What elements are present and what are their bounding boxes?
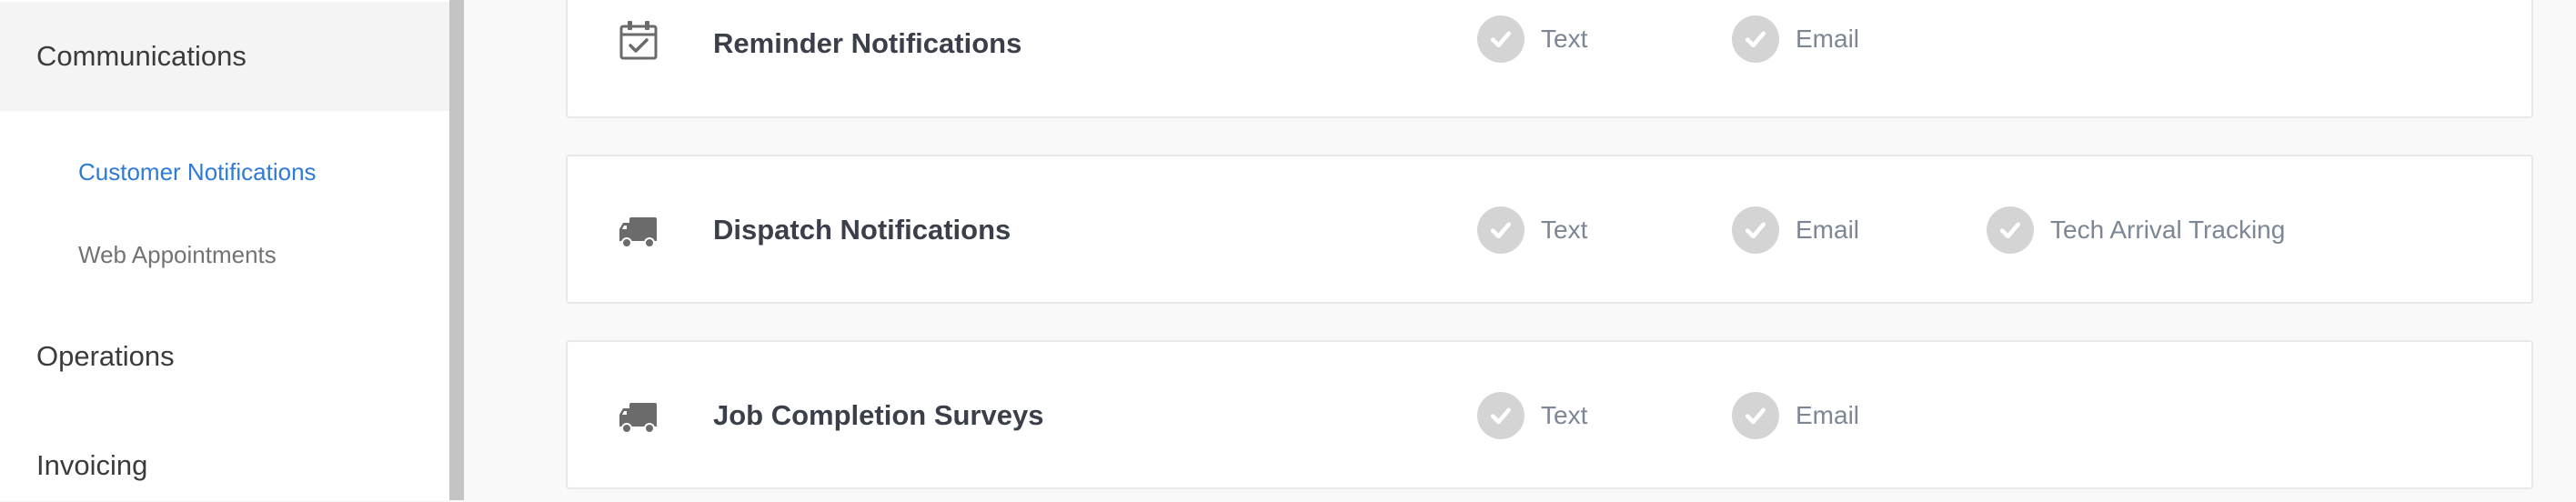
option-email[interactable]: Email [1732, 206, 1859, 254]
sidebar-item-customer-notifications[interactable]: Customer Notifications [78, 158, 317, 186]
truck-icon [617, 209, 660, 253]
sidebar-item-web-appointments[interactable]: Web Appointments [78, 241, 277, 269]
check-icon[interactable] [1732, 392, 1779, 439]
sidebar-section-operations[interactable]: Operations [0, 320, 449, 393]
option-tech-arrival-tracking[interactable]: Tech Arrival Tracking [1987, 206, 2285, 254]
option-label: Text [1541, 25, 1588, 53]
check-icon[interactable] [1477, 392, 1524, 439]
check-icon[interactable] [1477, 15, 1524, 63]
row-title: Job Completion Surveys [713, 399, 1044, 431]
option-label: Email [1796, 216, 1860, 244]
option-label: Email [1796, 401, 1860, 429]
check-icon[interactable] [1987, 206, 2034, 254]
notification-card-reminder: Reminder Notifications Text Email [566, 0, 2533, 118]
sidebar-section-invoicing[interactable]: Invoicing [0, 429, 449, 502]
option-label: Text [1541, 401, 1588, 429]
check-icon[interactable] [1477, 206, 1524, 254]
sidebar-scrollbar[interactable] [449, 0, 464, 500]
calendar-check-icon [617, 18, 660, 62]
option-email[interactable]: Email [1732, 15, 1859, 63]
truck-icon [617, 395, 660, 438]
option-label: Text [1541, 216, 1588, 244]
check-icon[interactable] [1732, 206, 1779, 254]
sidebar-section-label: Communications [36, 40, 247, 72]
check-icon[interactable] [1732, 15, 1779, 63]
sidebar-section-communications[interactable]: Communications [0, 2, 449, 111]
option-text[interactable]: Text [1477, 392, 1587, 439]
notification-card-job-completion: Job Completion Surveys Text Email [566, 340, 2533, 489]
settings-sidebar: Communications Customer Notifications We… [0, 0, 449, 500]
row-title: Dispatch Notifications [713, 214, 1011, 246]
notification-card-dispatch: Dispatch Notifications Text Email Tech A… [566, 155, 2533, 304]
option-email[interactable]: Email [1732, 392, 1859, 439]
sidebar-item-label: Customer Notifications [78, 158, 317, 186]
option-text[interactable]: Text [1477, 206, 1587, 254]
row-title: Reminder Notifications [713, 27, 1022, 59]
sidebar-item-label: Web Appointments [78, 241, 277, 268]
sidebar-section-label: Invoicing [36, 449, 148, 481]
sidebar-section-label: Operations [36, 340, 175, 372]
option-text[interactable]: Text [1477, 15, 1587, 63]
option-label: Email [1796, 25, 1860, 53]
option-label: Tech Arrival Tracking [2050, 216, 2286, 244]
